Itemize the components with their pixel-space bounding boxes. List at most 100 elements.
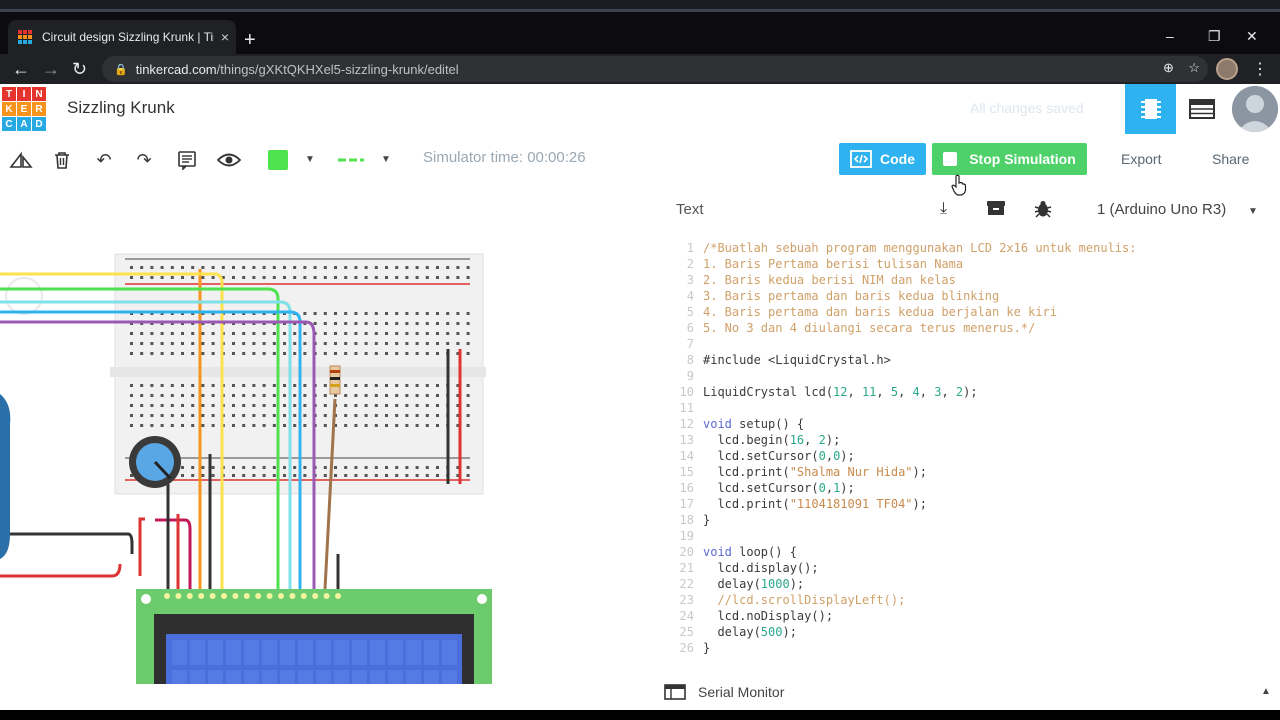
line-number: 24 bbox=[679, 609, 694, 623]
code-line[interactable]: 15 lcd.print("Shalma Nur Hida"); bbox=[672, 464, 1272, 480]
line-number: 17 bbox=[679, 497, 694, 511]
code-token: 3 bbox=[934, 385, 942, 399]
serial-monitor-expand-icon[interactable]: ▲ bbox=[1261, 686, 1271, 697]
library-icon[interactable] bbox=[986, 200, 1006, 221]
share-button[interactable]: Share bbox=[1212, 151, 1249, 167]
code-token: 2. Baris kedua berisi NIM dan kelas bbox=[703, 273, 956, 287]
code-line[interactable]: 17 lcd.print("1104181091 TF04"); bbox=[672, 496, 1272, 512]
back-icon[interactable]: ← bbox=[12, 58, 30, 80]
reload-icon[interactable]: ↻ bbox=[72, 58, 87, 80]
logo-letter: I bbox=[17, 87, 31, 101]
url-input[interactable]: 🔒 tinkercad.com /things/gXKtQKHXel5-sizz… bbox=[102, 56, 1208, 82]
code-line[interactable]: 4 3. Baris pertama dan baris kedua blinki… bbox=[672, 288, 1272, 304]
serial-monitor-toggle[interactable]: Serial Monitor bbox=[664, 684, 784, 700]
code-editor[interactable]: 1 /*Buatlah sebuah program menggunakan LC… bbox=[672, 240, 1272, 660]
browser-tab[interactable]: Circuit design Sizzling Krunk | Tin × bbox=[8, 20, 236, 54]
code-line[interactable]: 19 bbox=[672, 528, 1272, 544]
user-avatar[interactable] bbox=[1232, 86, 1278, 132]
tinkercad-logo[interactable]: TIN KER CAD bbox=[2, 87, 46, 131]
logo-letter: K bbox=[2, 102, 16, 116]
code-token: void bbox=[703, 417, 732, 431]
code-line[interactable]: 13 lcd.begin(16, 2); bbox=[672, 432, 1272, 448]
code-line[interactable]: 18} bbox=[672, 512, 1272, 528]
code-token: ); bbox=[825, 433, 841, 447]
code-line[interactable]: 24 lcd.noDisplay(); bbox=[672, 608, 1272, 624]
browser-profile-avatar[interactable] bbox=[1216, 58, 1238, 80]
code-line[interactable]: 16 lcd.setCursor(0, 1); bbox=[672, 480, 1272, 496]
code-line[interactable]: 22 delay(1000); bbox=[672, 576, 1272, 592]
undo-icon[interactable]: ↶ bbox=[94, 148, 114, 172]
address-bar-row: ← → ↻ 🔒 tinkercad.com /things/gXKtQKHXel… bbox=[0, 54, 1280, 84]
forward-icon[interactable]: → bbox=[42, 58, 60, 80]
code-line[interactable]: 5 4. Baris pertama dan baris kedua berjal… bbox=[672, 304, 1272, 320]
logo-letter: R bbox=[32, 102, 46, 116]
code-line[interactable]: 23 //lcd.scrollDisplayLeft(); bbox=[672, 592, 1272, 608]
url-host: tinkercad.com bbox=[135, 61, 217, 77]
code-token: 5 bbox=[890, 385, 899, 399]
stop-simulation-label: Stop Simulation bbox=[969, 151, 1076, 167]
project-title[interactable]: Sizzling Krunk bbox=[67, 98, 175, 118]
code-token: setup() { bbox=[731, 417, 805, 431]
code-token: 3. Baris pertama dan baris kedua blinkin… bbox=[703, 289, 1000, 303]
wire-color-swatch[interactable] bbox=[268, 150, 288, 170]
code-token: , bbox=[804, 433, 819, 447]
code-line[interactable]: 21 lcd.display(); bbox=[672, 560, 1272, 576]
delete-icon[interactable] bbox=[52, 148, 72, 172]
component-list-button[interactable] bbox=[1183, 96, 1221, 122]
code-line[interactable]: 9 bbox=[672, 368, 1272, 384]
code-button[interactable]: Code bbox=[839, 143, 926, 175]
restore-icon[interactable]: ❐ bbox=[1208, 28, 1221, 45]
code-line[interactable]: 7 bbox=[672, 336, 1272, 352]
debugger-bug-icon[interactable] bbox=[1034, 200, 1052, 223]
lock-icon: 🔒 bbox=[114, 63, 128, 76]
rotate-icon[interactable] bbox=[8, 148, 34, 172]
tab-close-icon[interactable]: × bbox=[214, 29, 236, 45]
zoom-and-bookmark-icons[interactable]: ⊕ ☆ bbox=[1163, 60, 1200, 76]
code-line[interactable]: 2 1. Baris Pertama berisi tulisan Nama bbox=[672, 256, 1272, 272]
circuit-canvas[interactable] bbox=[0, 184, 500, 710]
code-line[interactable]: 6 5. No 3 dan 4 diulangi secara terus men… bbox=[672, 320, 1272, 336]
user-icon bbox=[1232, 86, 1278, 132]
code-line[interactable]: 8 #include <LiquidCrystal.h> bbox=[672, 352, 1272, 368]
color-dropdown-caret-icon[interactable]: ▼ bbox=[305, 154, 315, 165]
code-line[interactable]: 14 lcd.setCursor(0, 0); bbox=[672, 448, 1272, 464]
table-icon bbox=[1189, 99, 1215, 119]
code-token: lcd.display(); bbox=[703, 561, 819, 575]
code-token: 500 bbox=[760, 625, 783, 639]
redo-icon[interactable]: ↷ bbox=[134, 148, 154, 172]
os-top-strip bbox=[0, 0, 1280, 12]
new-tab-button[interactable]: + bbox=[244, 30, 256, 50]
code-line[interactable]: 26} bbox=[672, 640, 1272, 656]
code-line[interactable]: 11 bbox=[672, 400, 1272, 416]
visibility-eye-icon[interactable] bbox=[216, 148, 242, 172]
code-line[interactable]: 10 LiquidCrystal lcd(12, 11, 5, 4, 3, 2); bbox=[672, 384, 1272, 400]
circuit-view-button[interactable] bbox=[1125, 84, 1176, 134]
export-button[interactable]: Export bbox=[1121, 151, 1161, 167]
wire-type-icon[interactable] bbox=[338, 148, 364, 172]
code-mode-select[interactable]: Text bbox=[676, 201, 704, 218]
line-number: 10 bbox=[679, 385, 694, 399]
board-select[interactable]: 1 (Arduino Uno R3) bbox=[1097, 201, 1226, 218]
minimize-icon[interactable]: – bbox=[1166, 28, 1174, 44]
code-token: lcd.setCursor( bbox=[703, 481, 819, 495]
logo-letter: T bbox=[2, 87, 16, 101]
wire-type-caret-icon[interactable]: ▼ bbox=[381, 154, 391, 165]
code-line[interactable]: 20 void loop() { bbox=[672, 544, 1272, 560]
download-icon[interactable]: ⤓ bbox=[940, 200, 947, 218]
notes-icon[interactable] bbox=[176, 148, 198, 172]
logo-letter: N bbox=[32, 87, 46, 101]
code-token: ); bbox=[912, 497, 927, 511]
line-number: 22 bbox=[679, 577, 694, 591]
close-window-icon[interactable]: ✕ bbox=[1246, 28, 1258, 45]
simulator-time: Simulator time: 00:00:26 bbox=[423, 149, 586, 166]
code-line[interactable]: 1 /*Buatlah sebuah program menggunakan LC… bbox=[672, 240, 1272, 256]
line-number: 19 bbox=[679, 529, 694, 543]
code-line[interactable]: 3 2. Baris kedua berisi NIM dan kelas bbox=[672, 272, 1272, 288]
board-dropdown-caret-icon[interactable]: ▼ bbox=[1248, 206, 1258, 217]
line-number: 15 bbox=[679, 465, 694, 479]
browser-menu-icon[interactable]: ⋮ bbox=[1252, 59, 1268, 79]
stop-simulation-button[interactable]: Stop Simulation bbox=[932, 143, 1087, 175]
line-number: 18 bbox=[679, 513, 694, 527]
code-line[interactable]: 12 void setup() { bbox=[672, 416, 1272, 432]
code-line[interactable]: 25 delay(500); bbox=[672, 624, 1272, 640]
